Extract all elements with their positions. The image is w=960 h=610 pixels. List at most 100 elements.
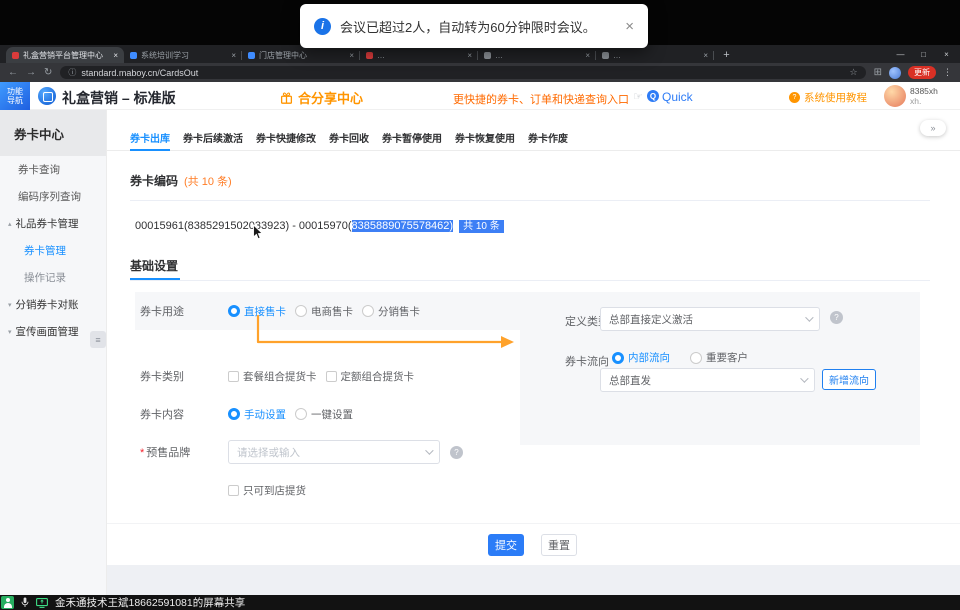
tab-close-icon[interactable]: × xyxy=(349,51,354,60)
radio-direct-sale[interactable]: 直接售卡 xyxy=(228,304,286,319)
checkbox-combo-pickup-card[interactable]: 套餐组合提货卡 xyxy=(228,369,317,384)
app-header: 功能 导航 礼盒营销 – 标准版 合分享中心 更快捷的券卡、订单和快递查询入口 … xyxy=(0,82,960,110)
option-label: 重要客户 xyxy=(706,350,748,365)
toast-message: 会议已超过2人，自动转为60分钟限时会议。 xyxy=(340,17,616,36)
sidebar-group-gift-card-mgmt[interactable]: ▴ 礼品券卡管理 xyxy=(0,210,106,237)
sidebar-collapse-handle[interactable]: ≡ xyxy=(90,331,106,348)
tab-close-icon[interactable]: × xyxy=(467,51,472,60)
window-close-icon[interactable]: × xyxy=(935,45,958,63)
user-avatar[interactable] xyxy=(884,85,906,107)
code-section-label: 券卡编码 xyxy=(130,172,178,189)
help-icon: ? xyxy=(789,92,800,103)
quick-link[interactable]: Quick xyxy=(662,90,693,104)
sidebar-item-operation-log[interactable]: 操作记录 xyxy=(0,264,106,291)
tab-cards-out[interactable]: 券卡出库 xyxy=(130,124,170,151)
code-count: (共 10 条) xyxy=(184,173,232,189)
reload-icon[interactable]: ↻ xyxy=(44,67,52,78)
required-asterisk: * xyxy=(140,447,144,459)
tab-favicon xyxy=(12,52,19,59)
code-prefix: 00015961(8385291502033923) - 00015970( xyxy=(135,220,352,232)
tab-title: 礼盒营销平台管理中心 xyxy=(23,50,109,61)
radio-icon xyxy=(228,408,240,420)
function-nav-button[interactable]: 功能 导航 xyxy=(0,82,30,110)
radio-manual-setup[interactable]: 手动设置 xyxy=(228,407,286,422)
gift-icon xyxy=(280,91,293,104)
tab-close-icon[interactable]: × xyxy=(703,51,708,60)
tab-close-icon[interactable]: × xyxy=(113,51,118,60)
checkbox-icon xyxy=(228,485,239,496)
tab-card-resume[interactable]: 券卡恢复使用 xyxy=(455,124,515,151)
tab-followup-activate[interactable]: 券卡后续激活 xyxy=(183,124,243,151)
sidebar-group-distribution-reconcile[interactable]: ▾ 分销券卡对账 xyxy=(0,291,106,318)
checkbox-fixed-combo-pickup-card[interactable]: 定额组合提货卡 xyxy=(326,369,415,384)
radio-internal-flow[interactable]: 内部流向 xyxy=(612,350,670,365)
site-info-icon[interactable]: ⓘ xyxy=(68,67,76,78)
sidebar-item-card-query[interactable]: 券卡查询 xyxy=(0,156,106,183)
browser-tab[interactable]: 门店管理中心 × xyxy=(242,47,360,63)
tab-card-void[interactable]: 券卡作废 xyxy=(528,124,568,151)
browser-tab[interactable]: … × xyxy=(596,47,714,63)
divider xyxy=(107,523,960,524)
expand-button[interactable]: » xyxy=(920,120,946,136)
maximize-icon[interactable]: □ xyxy=(912,45,935,63)
toast-close-icon[interactable]: × xyxy=(625,18,634,35)
add-flow-button[interactable]: 新增流向 xyxy=(822,369,876,390)
category-label: 券卡类别 xyxy=(140,368,228,384)
browser-tab[interactable]: 系统培训学习 × xyxy=(124,47,242,63)
checkbox-icon xyxy=(228,371,239,382)
tab-close-icon[interactable]: × xyxy=(585,51,590,60)
browser-profile-avatar[interactable] xyxy=(889,67,901,79)
share-center-link[interactable]: 合分享中心 xyxy=(280,88,363,107)
screen-share-icon xyxy=(36,598,48,608)
bookmark-star-icon[interactable]: ☆ xyxy=(850,67,858,78)
option-label: 只可到店提货 xyxy=(243,483,306,498)
radio-distribution-sale[interactable]: 分销售卡 xyxy=(362,304,420,319)
sidebar-group-label: 分销券卡对账 xyxy=(16,297,79,312)
forward-icon[interactable]: → xyxy=(26,67,36,78)
store-only-row: 只可到店提货 xyxy=(228,482,315,498)
definition-type-select[interactable]: 总部直接定义激活 xyxy=(600,307,820,331)
radio-ecommerce-sale[interactable]: 电商售卡 xyxy=(295,304,353,319)
menu-kebab-icon[interactable]: ⋮ xyxy=(943,67,952,78)
checkbox-store-pickup-only[interactable]: 只可到店提货 xyxy=(228,483,306,498)
new-tab-button[interactable]: + xyxy=(719,47,734,62)
browser-address-bar: ← → ↻ ⓘ standard.maboy.cn/CardsOut ☆ ⊞ 更… xyxy=(0,63,960,82)
flow-select[interactable]: 总部直发 xyxy=(600,368,815,392)
url-bar[interactable]: ⓘ standard.maboy.cn/CardsOut ☆ xyxy=(60,66,865,79)
update-badge[interactable]: 更新 xyxy=(908,66,936,79)
tab-card-suspend[interactable]: 券卡暂停使用 xyxy=(382,124,442,151)
browser-tab[interactable]: … × xyxy=(478,47,596,63)
radio-important-customer[interactable]: 重要客户 xyxy=(690,350,748,365)
info-icon: ? xyxy=(450,446,463,459)
tab-favicon xyxy=(130,52,137,59)
tab-quick-modify[interactable]: 券卡快捷修改 xyxy=(256,124,316,151)
tab-title: … xyxy=(377,51,463,60)
flow-value: 总部直发 xyxy=(609,373,651,388)
url-text: standard.maboy.cn/CardsOut xyxy=(81,68,198,78)
reset-button[interactable]: 重置 xyxy=(541,534,577,556)
sidebar-item-code-sequence-query[interactable]: 编码序列查询 xyxy=(0,183,106,210)
tab-card-recycle[interactable]: 券卡回收 xyxy=(329,124,369,151)
sidebar-item-card-management[interactable]: 券卡管理 xyxy=(0,237,106,264)
tab-favicon xyxy=(248,52,255,59)
radio-one-click-setup[interactable]: 一键设置 xyxy=(295,407,353,422)
content-tab-bar: 券卡出库 券卡后续激活 券卡快捷修改 券卡回收 券卡暂停使用 券卡恢复使用 券卡… xyxy=(107,124,960,151)
main-content: 券卡出库 券卡后续激活 券卡快捷修改 券卡回收 券卡暂停使用 券卡恢复使用 券卡… xyxy=(107,110,960,595)
brand-select[interactable]: 请选择或输入 xyxy=(228,440,440,464)
radio-icon xyxy=(295,408,307,420)
option-label: 套餐组合提货卡 xyxy=(243,369,317,384)
back-icon[interactable]: ← xyxy=(8,67,18,78)
option-label: 分销售卡 xyxy=(378,304,420,319)
browser-tab[interactable]: … × xyxy=(360,47,478,63)
caret-down-icon: ▾ xyxy=(8,301,12,309)
card-flow-label: 券卡流向 xyxy=(565,353,609,369)
browser-tab-active[interactable]: 礼盒营销平台管理中心 × xyxy=(6,47,124,63)
desktop: 礼盒营销平台管理中心 × 系统培训学习 × 门店管理中心 × … × … × …… xyxy=(0,0,960,610)
tab-favicon xyxy=(602,52,609,59)
submit-button[interactable]: 提交 xyxy=(488,534,524,556)
minimize-icon[interactable]: — xyxy=(889,45,912,63)
tutorial-label: 系统使用教程 xyxy=(804,90,867,105)
extensions-icon[interactable]: ⊞ xyxy=(874,67,882,78)
tutorial-link[interactable]: ? 系统使用教程 xyxy=(789,90,867,105)
tab-close-icon[interactable]: × xyxy=(231,51,236,60)
